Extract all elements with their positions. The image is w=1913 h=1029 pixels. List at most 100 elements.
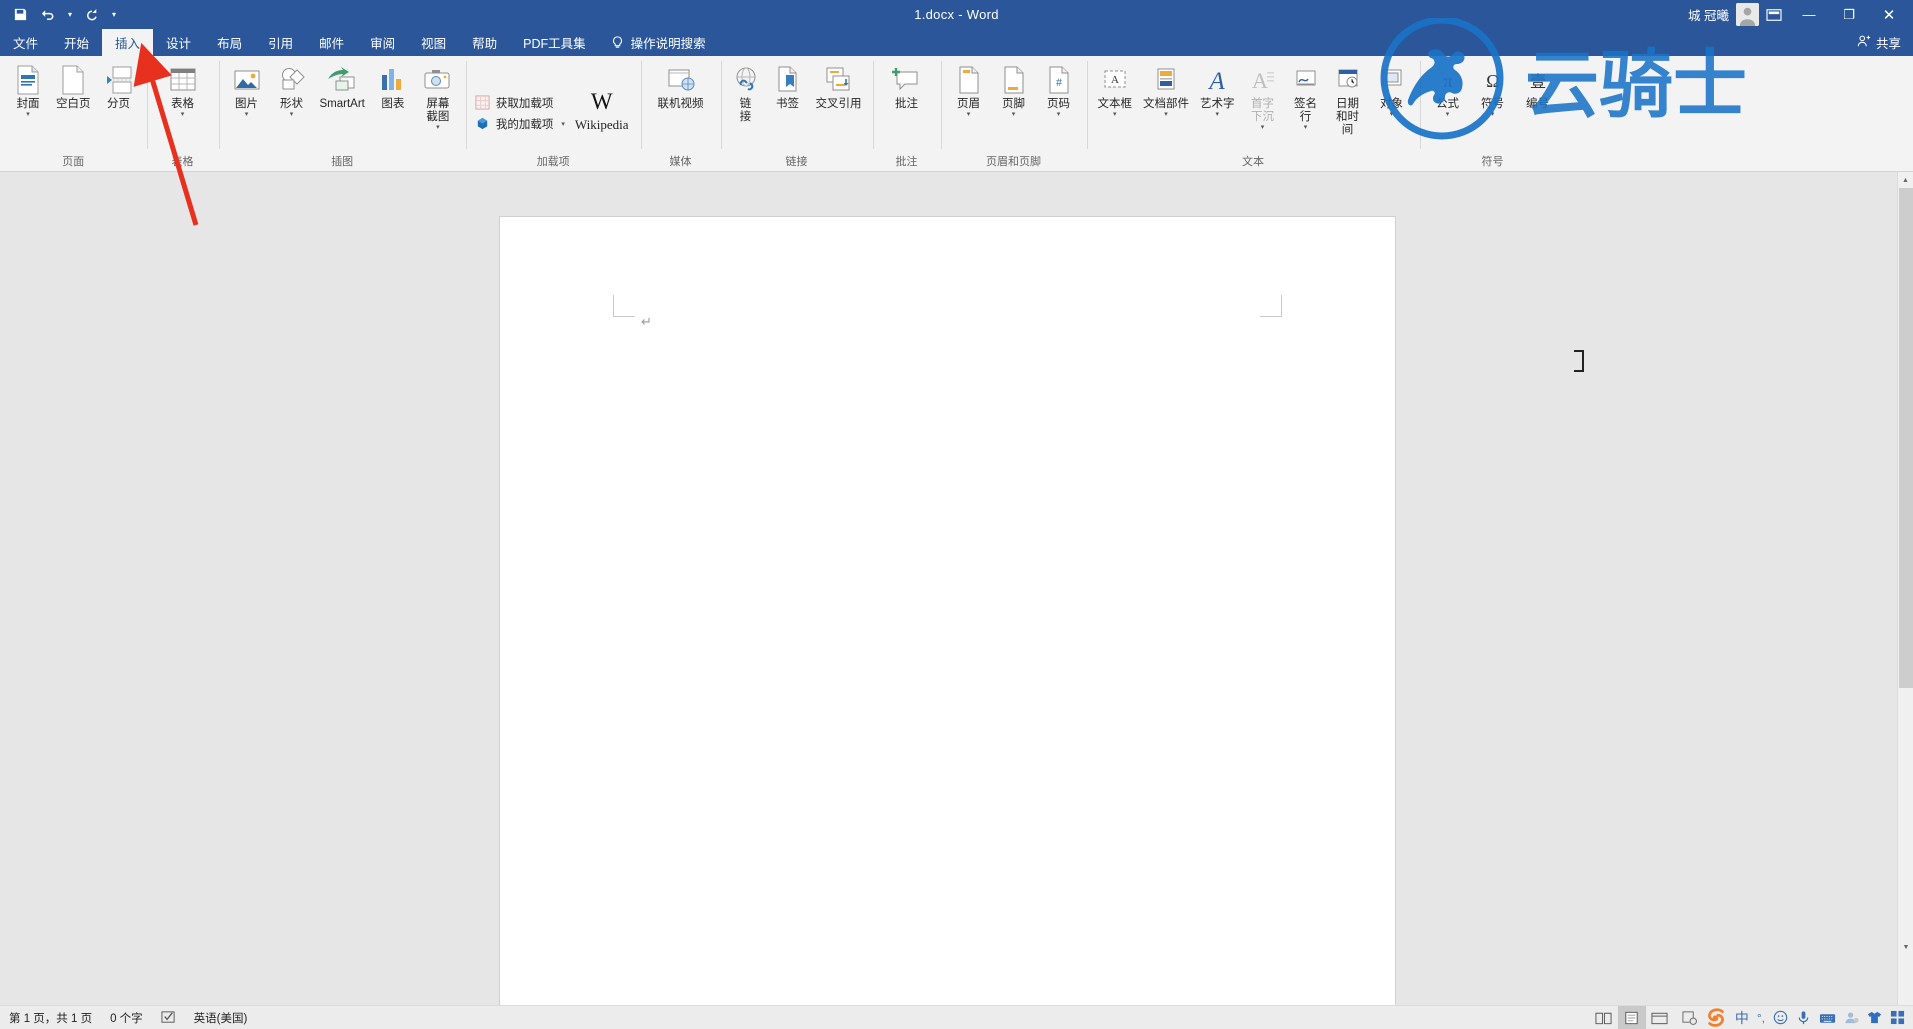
read-mode-button[interactable] <box>1590 1006 1618 1029</box>
undo-dropdown-icon[interactable]: ▾ <box>62 3 78 27</box>
document-area[interactable]: ↵ ▲ ▼ <box>0 172 1913 1005</box>
cross-reference-button[interactable]: 交叉引用 <box>811 61 867 111</box>
wikipedia-w-icon: W <box>590 89 613 114</box>
date-time-button[interactable]: 日期和时间 <box>1327 61 1369 146</box>
skin-icon[interactable] <box>1867 1010 1882 1025</box>
tell-me-search[interactable]: 操作说明搜索 <box>599 29 718 56</box>
footer-button[interactable]: 页脚 ▾ <box>992 61 1036 120</box>
print-layout-button[interactable] <box>1617 1005 1646 1029</box>
bookmark-button[interactable]: 书签 <box>766 61 810 111</box>
avatar[interactable] <box>1736 3 1759 26</box>
object-button[interactable]: 对象 ▾ <box>1370 61 1414 120</box>
customize-qat-icon[interactable]: ▾ <box>106 3 122 27</box>
bookmark-icon <box>775 63 801 97</box>
chevron-down-icon[interactable]: ▾ <box>561 120 565 128</box>
chevron-down-icon[interactable]: ▾ <box>290 111 294 120</box>
page-break-button[interactable]: 分页 <box>97 61 141 120</box>
emoji-icon[interactable] <box>1773 1010 1788 1025</box>
text-box-button[interactable]: A 文本框 ▾ <box>1093 61 1138 120</box>
redo-icon[interactable] <box>78 3 106 27</box>
word-count[interactable]: 0 个字 <box>101 1010 152 1026</box>
tab-review[interactable]: 审阅 <box>357 29 408 56</box>
link-button[interactable]: 链 接 <box>727 61 765 124</box>
smartart-button[interactable]: SmartArt <box>315 61 370 120</box>
toolbox-icon[interactable] <box>1890 1010 1905 1025</box>
ribbon-display-options-icon[interactable] <box>1759 3 1789 27</box>
date-time-label: 日期和时间 <box>1336 98 1360 136</box>
chevron-down-icon[interactable]: ▾ <box>967 111 971 120</box>
shapes-button[interactable]: 形状 ▾ <box>270 61 314 120</box>
tab-mailings[interactable]: 邮件 <box>306 29 357 56</box>
equation-button[interactable]: π 公式 ▾ <box>1426 61 1470 120</box>
chevron-down-icon[interactable]: ▾ <box>1113 111 1117 120</box>
close-button[interactable]: ✕ <box>1869 0 1909 29</box>
ime-punctuation-label[interactable]: °, <box>1757 1011 1765 1025</box>
chevron-down-icon[interactable]: ▾ <box>1390 111 1394 120</box>
wikipedia-label: Wikipedia <box>574 117 629 132</box>
tab-view[interactable]: 视图 <box>408 29 459 56</box>
online-video-button[interactable]: 联机视频 <box>653 61 709 120</box>
undo-icon[interactable] <box>34 3 62 27</box>
drop-cap-button[interactable]: A 首字下沉 ▾ <box>1241 61 1285 133</box>
chart-button[interactable]: 图表 <box>371 61 415 120</box>
ime-pin-icon[interactable] <box>1682 1010 1697 1025</box>
chevron-down-icon[interactable]: ▾ <box>1164 111 1168 120</box>
chevron-down-icon[interactable]: ▾ <box>1304 124 1308 133</box>
tab-home[interactable]: 开始 <box>51 29 102 56</box>
get-addins-button[interactable]: 获取加载项 <box>472 94 568 112</box>
chevron-down-icon[interactable]: ▾ <box>1216 111 1220 120</box>
page-number-button[interactable]: # 页码 ▾ <box>1037 61 1081 120</box>
ribbon-group-pages: 封面 ▾ 空白页 分页 页面 <box>0 56 147 171</box>
number-button[interactable]: 壹 编号 <box>1516 61 1560 120</box>
tab-file[interactable]: 文件 <box>0 29 51 56</box>
chevron-down-icon[interactable]: ▾ <box>181 111 185 120</box>
web-layout-button[interactable] <box>1646 1006 1674 1029</box>
header-button[interactable]: 页眉 ▾ <box>947 61 991 120</box>
share-button[interactable]: 共享 <box>1857 29 1913 56</box>
tab-design[interactable]: 设计 <box>153 29 204 56</box>
chevron-down-icon[interactable]: ▾ <box>26 111 30 120</box>
chevron-down-icon[interactable]: ▾ <box>1012 111 1016 120</box>
language-indicator[interactable]: 英语(美国) <box>185 1010 257 1026</box>
tab-pdf-tools[interactable]: PDF工具集 <box>510 29 599 56</box>
pictures-button[interactable]: 图片 ▾ <box>225 61 269 120</box>
symbol-button[interactable]: Ω 符号 ▾ <box>1471 61 1515 120</box>
chevron-down-icon[interactable]: ▾ <box>1446 111 1450 120</box>
minimize-button[interactable]: — <box>1789 0 1829 29</box>
tab-insert[interactable]: 插入 <box>102 29 154 56</box>
sogou-logo-icon[interactable] <box>1705 1007 1727 1028</box>
save-icon[interactable] <box>6 3 34 27</box>
wordart-button[interactable]: A 艺术字 ▾ <box>1195 61 1240 120</box>
table-button[interactable]: 表格 ▾ <box>161 61 205 120</box>
signature-line-button[interactable]: 签名行 ▾ <box>1286 61 1326 133</box>
wikipedia-button[interactable]: W Wikipedia <box>569 89 635 133</box>
equation-label: 公式 <box>1436 98 1460 110</box>
symbol-icon: Ω <box>1480 63 1506 97</box>
my-addins-button[interactable]: 我的加载项 ▾ <box>472 115 568 133</box>
soft-keyboard-icon[interactable] <box>1819 1011 1836 1025</box>
quick-parts-button[interactable]: 文档部件 ▾ <box>1138 61 1194 120</box>
ime-mode-label[interactable]: 中 <box>1735 1008 1749 1028</box>
screenshot-button[interactable]: 屏幕截图 ▾ <box>416 61 460 133</box>
restore-button[interactable]: ❐ <box>1829 0 1869 29</box>
scrollbar-thumb[interactable] <box>1899 188 1913 688</box>
chevron-down-icon[interactable]: ▾ <box>245 111 249 120</box>
proofing-errors-icon[interactable] <box>152 1010 185 1025</box>
new-comment-button[interactable]: 批注 <box>885 61 929 111</box>
vertical-scrollbar[interactable]: ▲ ▼ <box>1897 172 1913 1005</box>
tab-references[interactable]: 引用 <box>255 29 306 56</box>
user-icon[interactable] <box>1844 1010 1859 1025</box>
voice-input-icon[interactable] <box>1796 1010 1811 1025</box>
scroll-up-button[interactable]: ▲ <box>1898 172 1913 188</box>
tab-help[interactable]: 帮助 <box>459 29 510 56</box>
chevron-down-icon[interactable]: ▾ <box>1057 111 1061 120</box>
chevron-down-icon[interactable]: ▾ <box>1491 111 1495 120</box>
tab-layout[interactable]: 布局 <box>204 29 255 56</box>
cover-page-button[interactable]: 封面 ▾ <box>6 61 50 120</box>
scroll-split-button[interactable]: ▼ <box>1898 939 1913 955</box>
blank-page-button[interactable]: 空白页 <box>51 61 96 120</box>
page-indicator[interactable]: 第 1 页，共 1 页 <box>0 1010 101 1026</box>
document-page[interactable]: ↵ <box>500 217 1395 1005</box>
user-name[interactable]: 城 冠曦 <box>1688 5 1729 24</box>
chevron-down-icon[interactable]: ▾ <box>436 124 440 133</box>
